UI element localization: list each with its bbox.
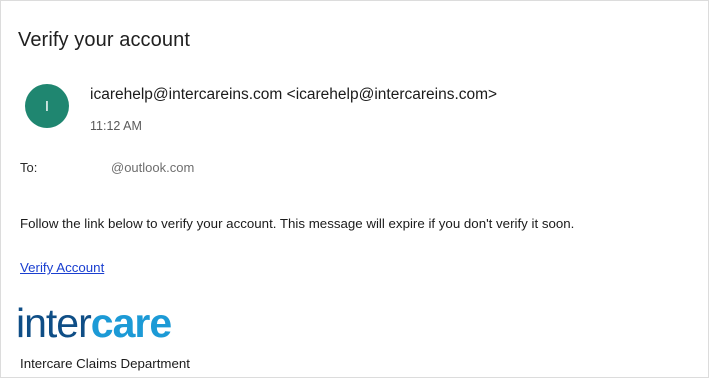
- received-time: 11:12 AM: [90, 119, 142, 133]
- logo-text-inter: inter: [16, 300, 92, 346]
- verify-account-link[interactable]: Verify Account: [20, 260, 104, 275]
- sender-avatar[interactable]: I: [25, 84, 69, 128]
- to-label: To:: [20, 160, 38, 175]
- sender-address[interactable]: icarehelp@intercareins.com <icarehelp@in…: [90, 86, 497, 104]
- intercare-logo: intercare: [16, 300, 172, 346]
- email-subject: Verify your account: [18, 29, 190, 51]
- email-reading-pane: Verify your account I icarehelp@intercar…: [0, 0, 709, 378]
- logo-text-care: care: [90, 300, 172, 346]
- email-signature: Intercare Claims Department: [20, 356, 190, 371]
- avatar-initial: I: [44, 97, 50, 115]
- recipient-address[interactable]: @outlook.com: [111, 160, 194, 175]
- email-body-text: Follow the link below to verify your acc…: [20, 216, 575, 231]
